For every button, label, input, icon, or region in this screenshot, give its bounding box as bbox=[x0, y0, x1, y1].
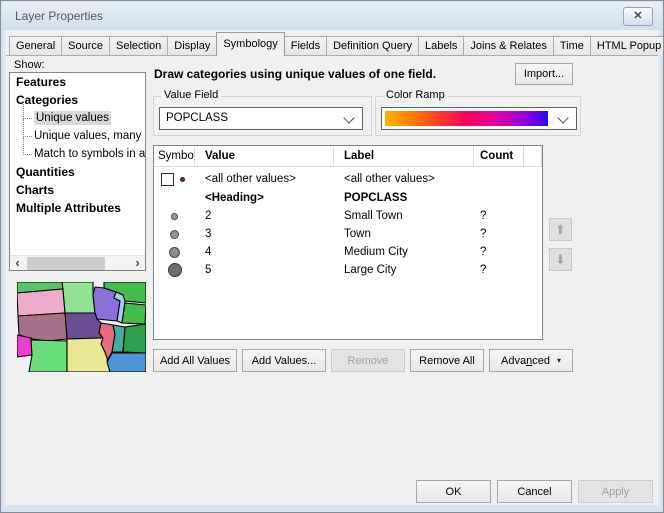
tree-horizontal-scrollbar[interactable]: ‹ › bbox=[10, 255, 145, 270]
table-header: Symbol Value Label Count bbox=[154, 146, 542, 167]
column-count: Count bbox=[474, 146, 524, 166]
map-region bbox=[122, 303, 146, 324]
map-region bbox=[107, 353, 146, 372]
table-row[interactable]: 2 Small Town ? bbox=[154, 207, 542, 225]
value-field-dropdown[interactable]: POPCLASS bbox=[159, 107, 363, 130]
tab-time[interactable]: Time bbox=[553, 36, 591, 56]
show-tree: Features Categories Unique values Unique… bbox=[9, 72, 146, 271]
value-field-group: Value Field POPCLASS bbox=[153, 96, 372, 136]
tab-display[interactable]: Display bbox=[167, 36, 217, 56]
move-down-button[interactable]: ⬇ bbox=[549, 248, 572, 271]
table-row[interactable]: <all other values> <all other values> bbox=[154, 169, 542, 189]
advanced-button[interactable]: Advanced ▾ bbox=[489, 349, 573, 372]
tab-definition-query[interactable]: Definition Query bbox=[326, 36, 419, 56]
ok-button[interactable]: OK bbox=[416, 480, 491, 503]
down-arrow-icon: ⬇ bbox=[555, 252, 566, 267]
all-other-values-dot-icon bbox=[180, 177, 185, 182]
color-ramp-label: Color Ramp bbox=[383, 89, 448, 101]
tree-item-features[interactable]: Features bbox=[10, 73, 145, 91]
window-title: Layer Properties bbox=[15, 2, 103, 30]
tab-baseline bbox=[6, 55, 658, 56]
scroll-left-icon[interactable]: ‹ bbox=[10, 256, 25, 271]
map-preview-svg bbox=[17, 282, 146, 372]
graduated-symbol-dot bbox=[170, 230, 179, 239]
map-region bbox=[17, 335, 32, 357]
table-row[interactable]: 4 Medium City ? bbox=[154, 243, 542, 261]
column-label: Label bbox=[334, 146, 474, 166]
tab-source[interactable]: Source bbox=[61, 36, 110, 56]
color-ramp-dropdown[interactable] bbox=[381, 107, 577, 130]
title-bar[interactable]: Layer Properties ✕ bbox=[2, 2, 662, 30]
color-ramp-group: Color Ramp bbox=[375, 96, 581, 136]
scroll-right-icon[interactable]: › bbox=[130, 256, 145, 271]
value-field-label: Value Field bbox=[161, 89, 221, 101]
map-region bbox=[29, 340, 67, 372]
tab-selection[interactable]: Selection bbox=[109, 36, 168, 56]
dialog-content: General Source Selection Display Symbolo… bbox=[5, 30, 659, 505]
color-ramp-gradient bbox=[385, 111, 548, 126]
tree-item-charts[interactable]: Charts bbox=[10, 181, 145, 199]
add-all-values-button[interactable]: Add All Values bbox=[153, 349, 237, 372]
add-values-button[interactable]: Add Values... bbox=[242, 349, 326, 372]
tab-fields[interactable]: Fields bbox=[284, 36, 327, 56]
tree-item-match-to-symbols[interactable]: Match to symbols in a bbox=[10, 145, 145, 163]
tab-labels[interactable]: Labels bbox=[418, 36, 464, 56]
apply-button[interactable]: Apply bbox=[578, 480, 653, 503]
symbol-table: Symbol Value Label Count <all other valu… bbox=[153, 145, 543, 340]
column-value: Value bbox=[195, 146, 334, 166]
move-up-button[interactable]: ⬆ bbox=[549, 218, 572, 241]
caret-down-icon: ▾ bbox=[557, 356, 561, 365]
tab-general[interactable]: General bbox=[9, 36, 62, 56]
panel-heading: Draw categories using unique values of o… bbox=[154, 67, 504, 81]
all-other-values-checkbox[interactable] bbox=[161, 173, 174, 186]
import-button[interactable]: Import... bbox=[515, 63, 573, 85]
map-region bbox=[62, 282, 95, 313]
table-row[interactable]: 3 Town ? bbox=[154, 225, 542, 243]
remove-all-button[interactable]: Remove All bbox=[410, 349, 484, 372]
table-row[interactable]: 5 Large City ? bbox=[154, 261, 542, 279]
close-icon[interactable]: ✕ bbox=[623, 7, 653, 26]
graduated-symbol-dot bbox=[171, 213, 178, 220]
tree-item-multiple-attributes[interactable]: Multiple Attributes bbox=[10, 199, 145, 217]
chevron-down-icon bbox=[557, 112, 568, 123]
cancel-button[interactable]: Cancel bbox=[497, 480, 572, 503]
table-row[interactable]: <Heading> POPCLASS bbox=[154, 189, 542, 207]
map-preview bbox=[17, 282, 146, 372]
graduated-symbol-dot bbox=[168, 263, 182, 277]
map-region bbox=[17, 289, 65, 316]
tree-item-quantities[interactable]: Quantities bbox=[10, 163, 145, 181]
remove-button[interactable]: Remove bbox=[331, 349, 405, 372]
chevron-down-icon bbox=[343, 112, 354, 123]
up-arrow-icon: ⬆ bbox=[555, 222, 566, 237]
tab-joins-relates[interactable]: Joins & Relates bbox=[463, 36, 553, 56]
map-region bbox=[123, 324, 146, 353]
show-label: Show: bbox=[14, 59, 45, 71]
tab-strip: General Source Selection Display Symbolo… bbox=[9, 34, 664, 56]
scrollbar-thumb[interactable] bbox=[27, 257, 105, 270]
column-symbol: Symbol bbox=[154, 146, 195, 166]
value-field-value: POPCLASS bbox=[166, 108, 228, 129]
tab-html-popup[interactable]: HTML Popup bbox=[590, 36, 664, 56]
layer-properties-dialog: Layer Properties ✕ General Source Select… bbox=[0, 0, 664, 513]
tab-symbology[interactable]: Symbology bbox=[216, 32, 284, 56]
graduated-symbol-dot bbox=[169, 247, 180, 258]
